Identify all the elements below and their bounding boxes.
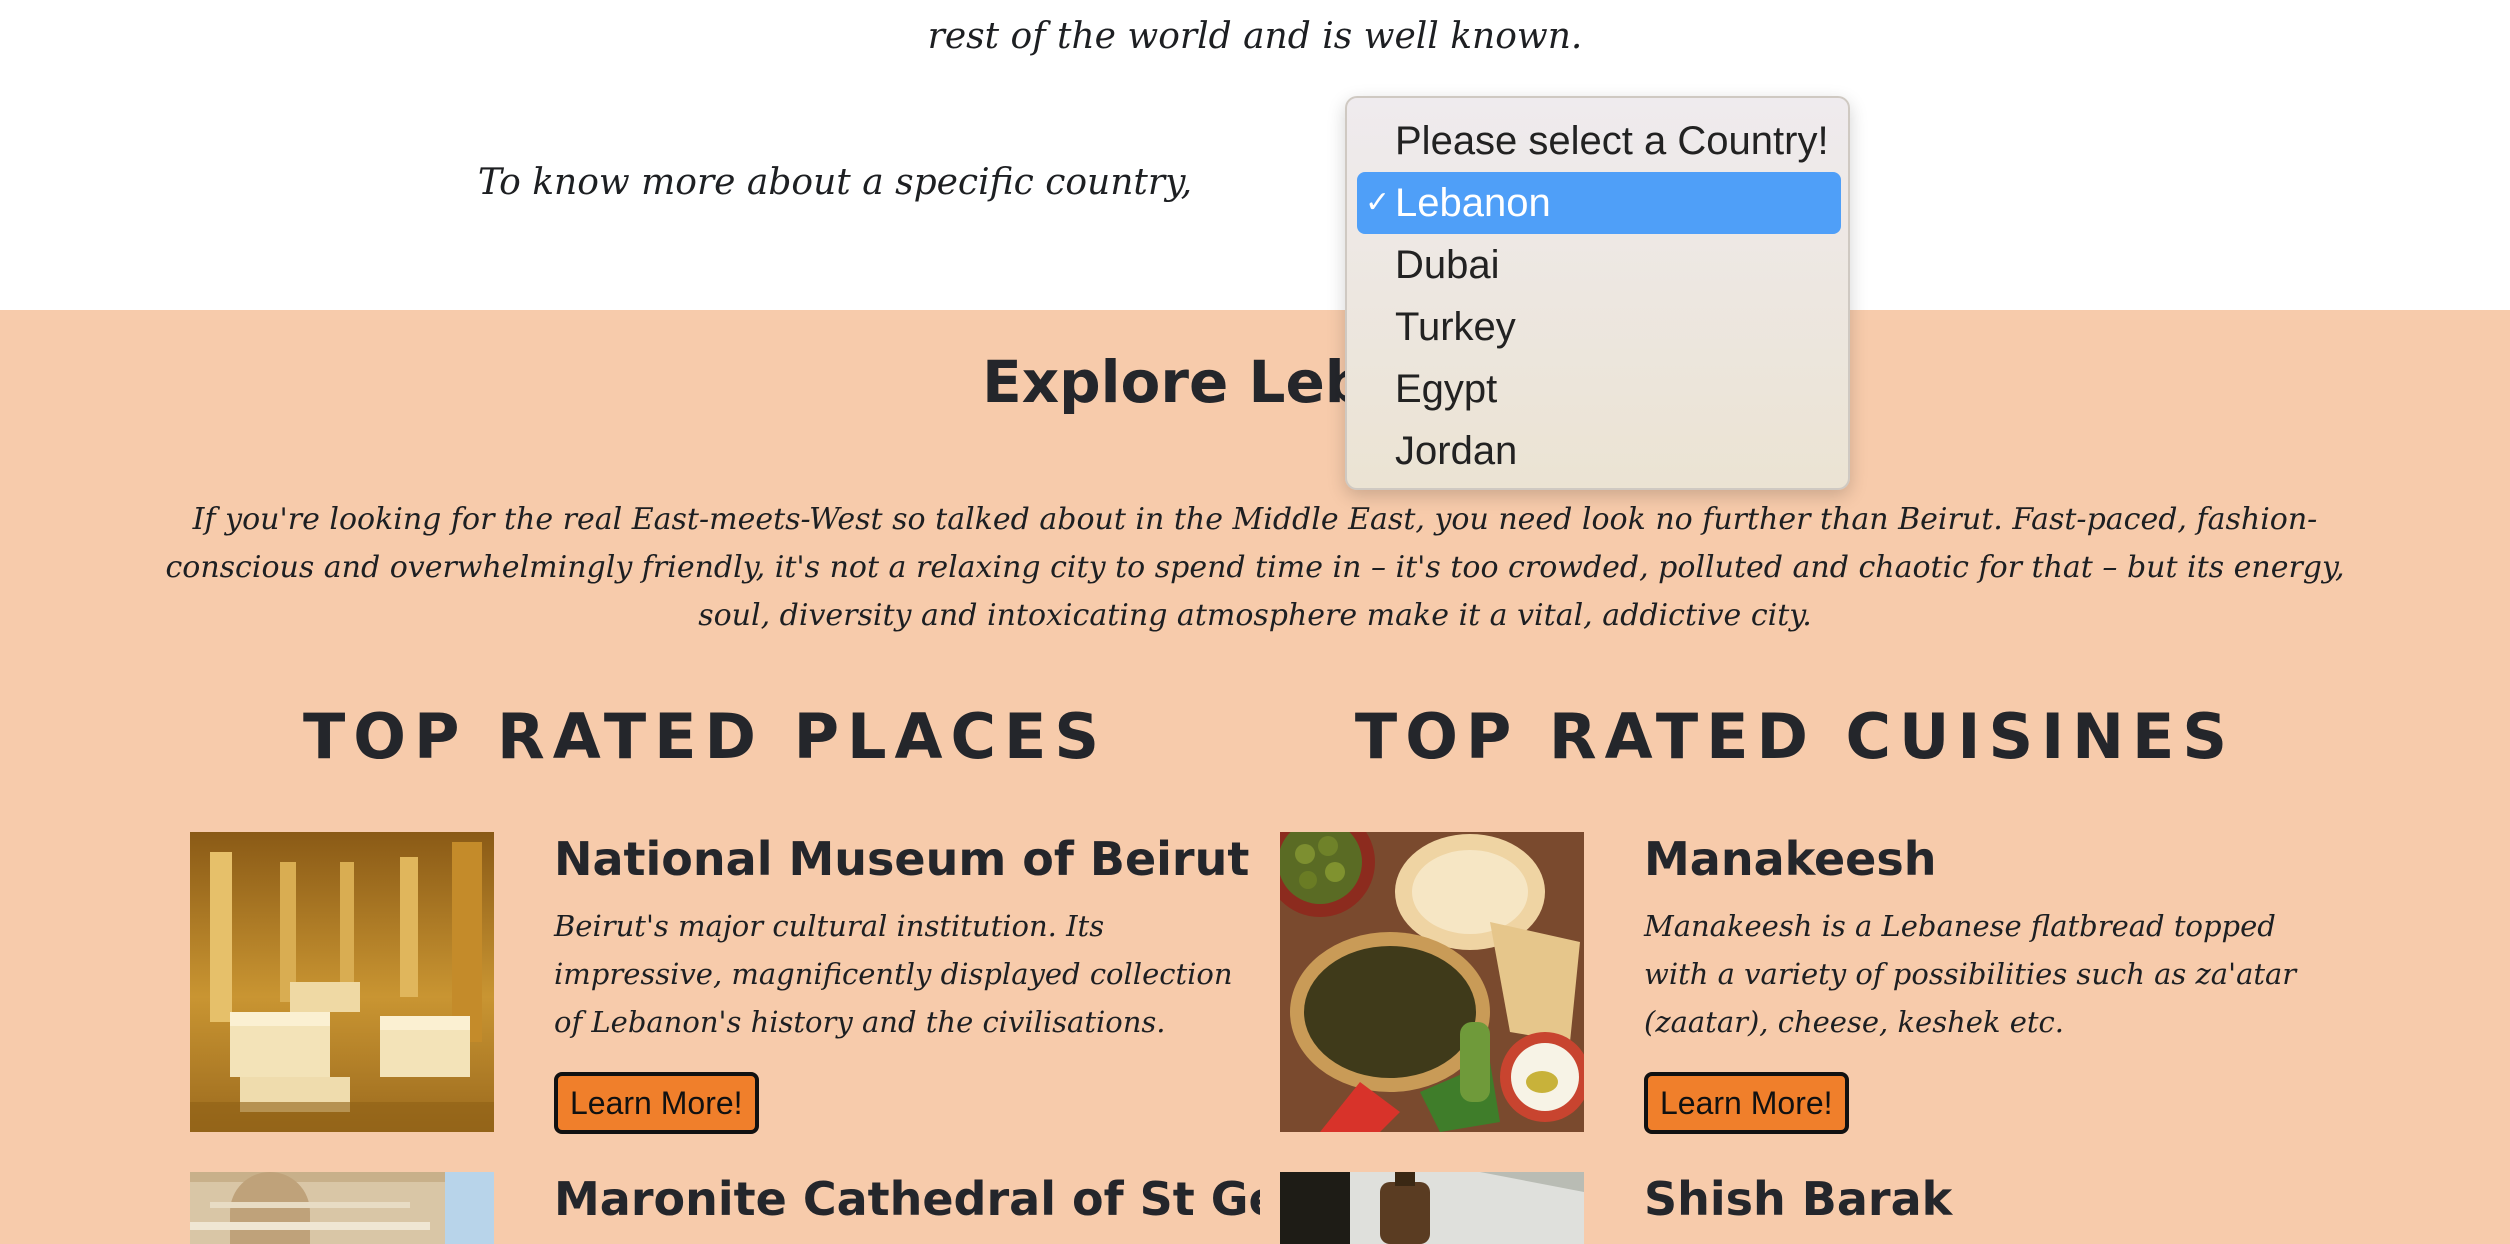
select-country-prompt: To know more about a specific country, [477,162,1193,203]
cuisine-description: Manakeesh is a Lebanese flatbread topped… [1644,909,2297,1039]
cuisine-title: Manakeesh [1644,832,1937,886]
shish-barak-photo [1280,1172,1584,1244]
museum-photo [190,832,494,1132]
explore-section: Explore Lebanon If you're looking for th… [0,310,2510,1244]
place-title: National Museum of Beirut [554,832,1250,886]
place-card: National Museum of Beirut Beirut's major… [190,832,1260,1142]
cuisine-title: Shish Barak [1644,1172,1953,1226]
top-rated-places-heading: TOP RATED PLACES [302,700,1108,773]
cathedral-photo [190,1172,494,1244]
intro-text-line: To know more about a specific country, [0,162,2510,203]
cuisine-card: Manakeesh Manakeesh is a Lebanese flatbr… [1280,832,2350,1142]
country-option-egypt[interactable]: Egypt [1357,358,1841,420]
intro-text-line: rest of the world and is well known. [927,16,1583,57]
country-option-lebanon[interactable]: ✓ Lebanon [1357,172,1841,234]
explore-description: If you're looking for the real East-meet… [165,502,2345,633]
learn-more-button[interactable]: Learn More! [554,1072,759,1134]
country-select-dropdown[interactable]: Please select a Country! ✓ Lebanon Dubai… [1345,96,1850,490]
checkmark-icon: ✓ [1365,186,1391,219]
country-option-dubai[interactable]: Dubai [1357,234,1841,296]
country-option-placeholder[interactable]: Please select a Country! [1357,110,1841,172]
country-option-label: Lebanon [1395,181,1551,225]
cuisine-card: Shish Barak [1280,1172,2350,1244]
learn-more-button[interactable]: Learn More! [1644,1072,1849,1134]
intro-section: rest of the world and is well known. To … [0,0,2510,310]
country-option-turkey[interactable]: Turkey [1357,296,1841,358]
place-title: Maronite Cathedral of St George [554,1172,1260,1226]
place-card: Maronite Cathedral of St George [190,1172,1260,1244]
country-option-jordan[interactable]: Jordan [1357,420,1841,482]
place-description: Beirut's major cultural institution. Its… [554,909,1233,1039]
top-rated-cuisines-heading: TOP RATED CUISINES [1354,700,2236,773]
explore-title: Explore Lebanon [982,348,1528,416]
manakeesh-photo [1280,832,1584,1132]
